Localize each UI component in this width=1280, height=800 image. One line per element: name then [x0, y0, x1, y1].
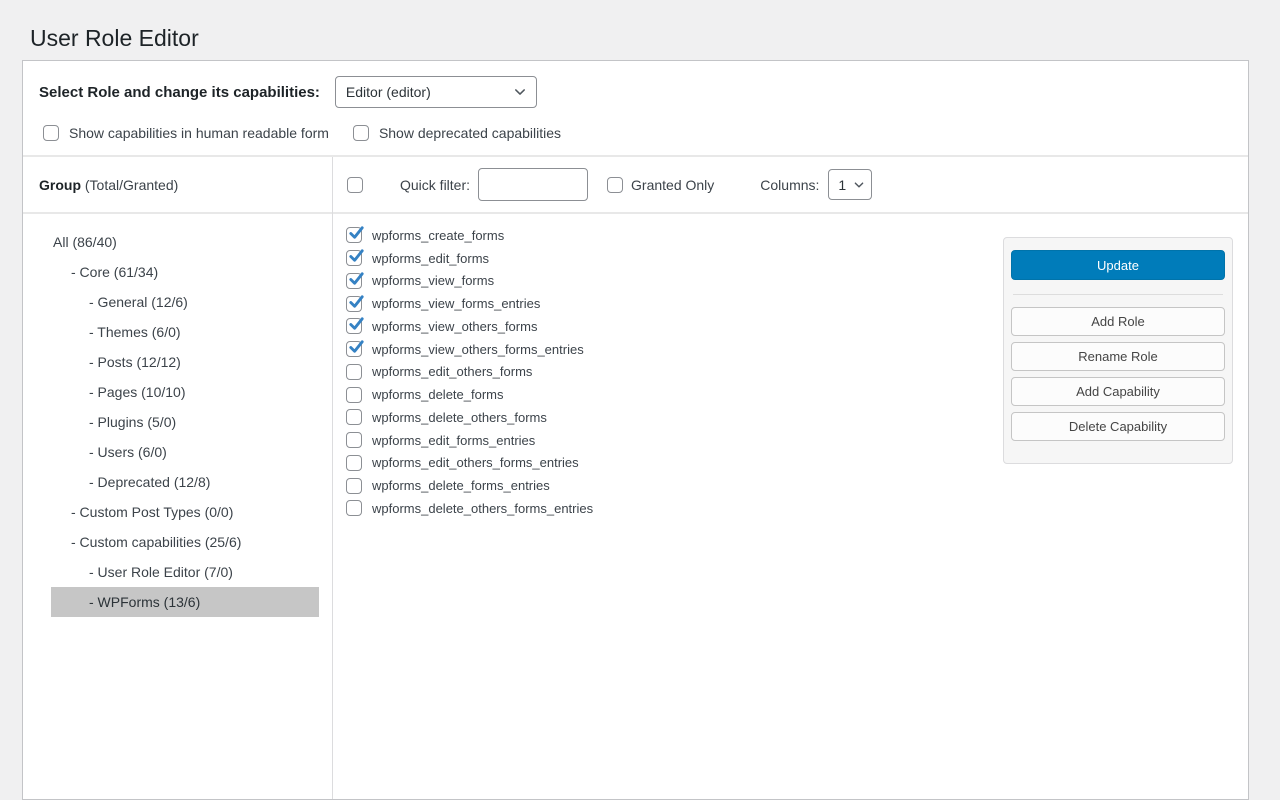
- capability-row: wpforms_delete_others_forms_entries: [346, 497, 993, 520]
- group-tree-item[interactable]: - Core (61/34): [51, 257, 319, 287]
- group-tree-item-label: - Themes (6/0): [89, 324, 181, 340]
- capability-row: wpforms_edit_forms: [346, 247, 993, 270]
- group-tree-item[interactable]: - Deprecated (12/8): [51, 467, 319, 497]
- capability-row: wpforms_delete_forms_entries: [346, 474, 993, 497]
- select-all-checkbox[interactable]: [347, 177, 363, 193]
- human-readable-checkbox[interactable]: [43, 125, 59, 141]
- group-tree-item-label: - Core (61/34): [71, 264, 158, 280]
- capability-label: wpforms_delete_others_forms: [372, 410, 547, 425]
- group-tree-item[interactable]: - User Role Editor (7/0): [51, 557, 319, 587]
- capability-checkbox[interactable]: [346, 341, 362, 357]
- group-tree-item[interactable]: All (86/40): [51, 227, 319, 257]
- group-tree-item-label: - Posts (12/12): [89, 354, 181, 370]
- capability-label: wpforms_view_forms: [372, 273, 494, 288]
- group-tree-item[interactable]: - Plugins (5/0): [51, 407, 319, 437]
- group-tree-item-label: - Custom Post Types (0/0): [71, 504, 233, 520]
- delete-capability-button[interactable]: Delete Capability: [1011, 412, 1225, 441]
- group-tree-item[interactable]: - Themes (6/0): [51, 317, 319, 347]
- group-tree-item[interactable]: - Custom Post Types (0/0): [51, 497, 319, 527]
- capability-checkbox[interactable]: [346, 409, 362, 425]
- granted-only-label: Granted Only: [631, 177, 714, 193]
- update-button[interactable]: Update: [1011, 250, 1225, 280]
- capability-checkbox[interactable]: [346, 227, 362, 243]
- capability-checkbox[interactable]: [346, 318, 362, 334]
- capability-row: wpforms_delete_others_forms: [346, 406, 993, 429]
- capability-label: wpforms_edit_others_forms_entries: [372, 455, 579, 470]
- capability-checkbox[interactable]: [346, 455, 362, 471]
- group-column-header: Group (Total/Granted): [39, 157, 178, 212]
- role-select-value: Editor (editor): [346, 84, 431, 100]
- capability-label: wpforms_edit_forms: [372, 251, 489, 266]
- group-tree-item[interactable]: - Pages (10/10): [51, 377, 319, 407]
- rename-role-button[interactable]: Rename Role: [1011, 342, 1225, 371]
- show-deprecated-checkbox[interactable]: [353, 125, 369, 141]
- group-tree-item-label: - Pages (10/10): [89, 384, 186, 400]
- capability-row: wpforms_create_forms: [346, 224, 993, 247]
- group-tree-item-label: All (86/40): [53, 234, 117, 250]
- group-tree: All (86/40) - Core (61/34) - General (12…: [23, 214, 332, 617]
- group-tree-item-label: - Plugins (5/0): [89, 414, 176, 430]
- group-header-rest: (Total/Granted): [81, 177, 178, 193]
- capability-label: wpforms_delete_forms_entries: [372, 478, 550, 493]
- group-tree-item-label: - General (12/6): [89, 294, 188, 310]
- group-tree-item-label: - Users (6/0): [89, 444, 167, 460]
- capability-label: wpforms_view_others_forms_entries: [372, 342, 584, 357]
- group-tree-item[interactable]: - WPForms (13/6): [51, 587, 319, 617]
- filter-bar: Quick filter: Granted Only Columns: 1: [333, 157, 1248, 212]
- capability-checkbox[interactable]: [346, 432, 362, 448]
- quick-filter-label: Quick filter:: [400, 177, 470, 193]
- display-options-row: Show capabilities in human readable form…: [43, 123, 561, 143]
- group-tree-item[interactable]: - Custom capabilities (25/6): [51, 527, 319, 557]
- columns-select-value: 1: [838, 177, 846, 193]
- chevron-down-icon: [513, 85, 527, 99]
- capability-row: wpforms_delete_forms: [346, 383, 993, 406]
- capability-checkbox[interactable]: [346, 500, 362, 516]
- capability-row: wpforms_view_forms: [346, 270, 993, 293]
- group-tree-item[interactable]: - Users (6/0): [51, 437, 319, 467]
- role-select[interactable]: Editor (editor): [335, 76, 537, 108]
- capability-checkbox[interactable]: [346, 478, 362, 494]
- panel-divider: [1013, 294, 1223, 295]
- add-role-button[interactable]: Add Role: [1011, 307, 1225, 336]
- capability-label: wpforms_edit_others_forms: [372, 364, 532, 379]
- select-role-label: Select Role and change its capabilities:: [39, 84, 320, 101]
- capability-row: wpforms_view_forms_entries: [346, 292, 993, 315]
- capability-checkbox[interactable]: [346, 250, 362, 266]
- columns-label: Columns:: [760, 177, 819, 193]
- human-readable-label: Show capabilities in human readable form: [69, 125, 329, 141]
- capability-row: wpforms_edit_others_forms_entries: [346, 452, 993, 475]
- columns-select[interactable]: 1: [828, 169, 872, 200]
- group-tree-item-label: - WPForms (13/6): [89, 594, 200, 610]
- capability-label: wpforms_create_forms: [372, 228, 504, 243]
- capability-checkbox[interactable]: [346, 296, 362, 312]
- user-role-editor-panel: Select Role and change its capabilities:…: [22, 60, 1249, 800]
- role-selection-row: Select Role and change its capabilities:…: [39, 75, 537, 109]
- quick-filter-input[interactable]: [478, 168, 588, 201]
- chevron-down-icon: [853, 179, 865, 191]
- capability-row: wpforms_view_others_forms: [346, 315, 993, 338]
- capability-row: wpforms_edit_forms_entries: [346, 429, 993, 452]
- capability-label: wpforms_edit_forms_entries: [372, 433, 535, 448]
- group-tree-item[interactable]: - General (12/6): [51, 287, 319, 317]
- page-title: User Role Editor: [30, 24, 199, 54]
- group-header-bold: Group: [39, 177, 81, 193]
- capability-checkbox[interactable]: [346, 387, 362, 403]
- capability-label: wpforms_view_others_forms: [372, 319, 537, 334]
- capability-row: wpforms_edit_others_forms: [346, 361, 993, 384]
- capability-checkbox[interactable]: [346, 273, 362, 289]
- show-deprecated-label: Show deprecated capabilities: [379, 125, 561, 141]
- actions-panel: Update Add Role Rename Role Add Capabili…: [1003, 237, 1233, 464]
- capability-label: wpforms_view_forms_entries: [372, 296, 540, 311]
- group-tree-item-label: - User Role Editor (7/0): [89, 564, 233, 580]
- add-capability-button[interactable]: Add Capability: [1011, 377, 1225, 406]
- capabilities-list: wpforms_create_forms wpforms_edit_forms …: [333, 214, 993, 520]
- group-tree-item[interactable]: - Posts (12/12): [51, 347, 319, 377]
- capability-row: wpforms_view_others_forms_entries: [346, 338, 993, 361]
- capability-label: wpforms_delete_forms: [372, 387, 504, 402]
- group-tree-item-label: - Custom capabilities (25/6): [71, 534, 241, 550]
- capability-label: wpforms_delete_others_forms_entries: [372, 501, 593, 516]
- capability-checkbox[interactable]: [346, 364, 362, 380]
- granted-only-checkbox[interactable]: [607, 177, 623, 193]
- group-tree-item-label: - Deprecated (12/8): [89, 474, 210, 490]
